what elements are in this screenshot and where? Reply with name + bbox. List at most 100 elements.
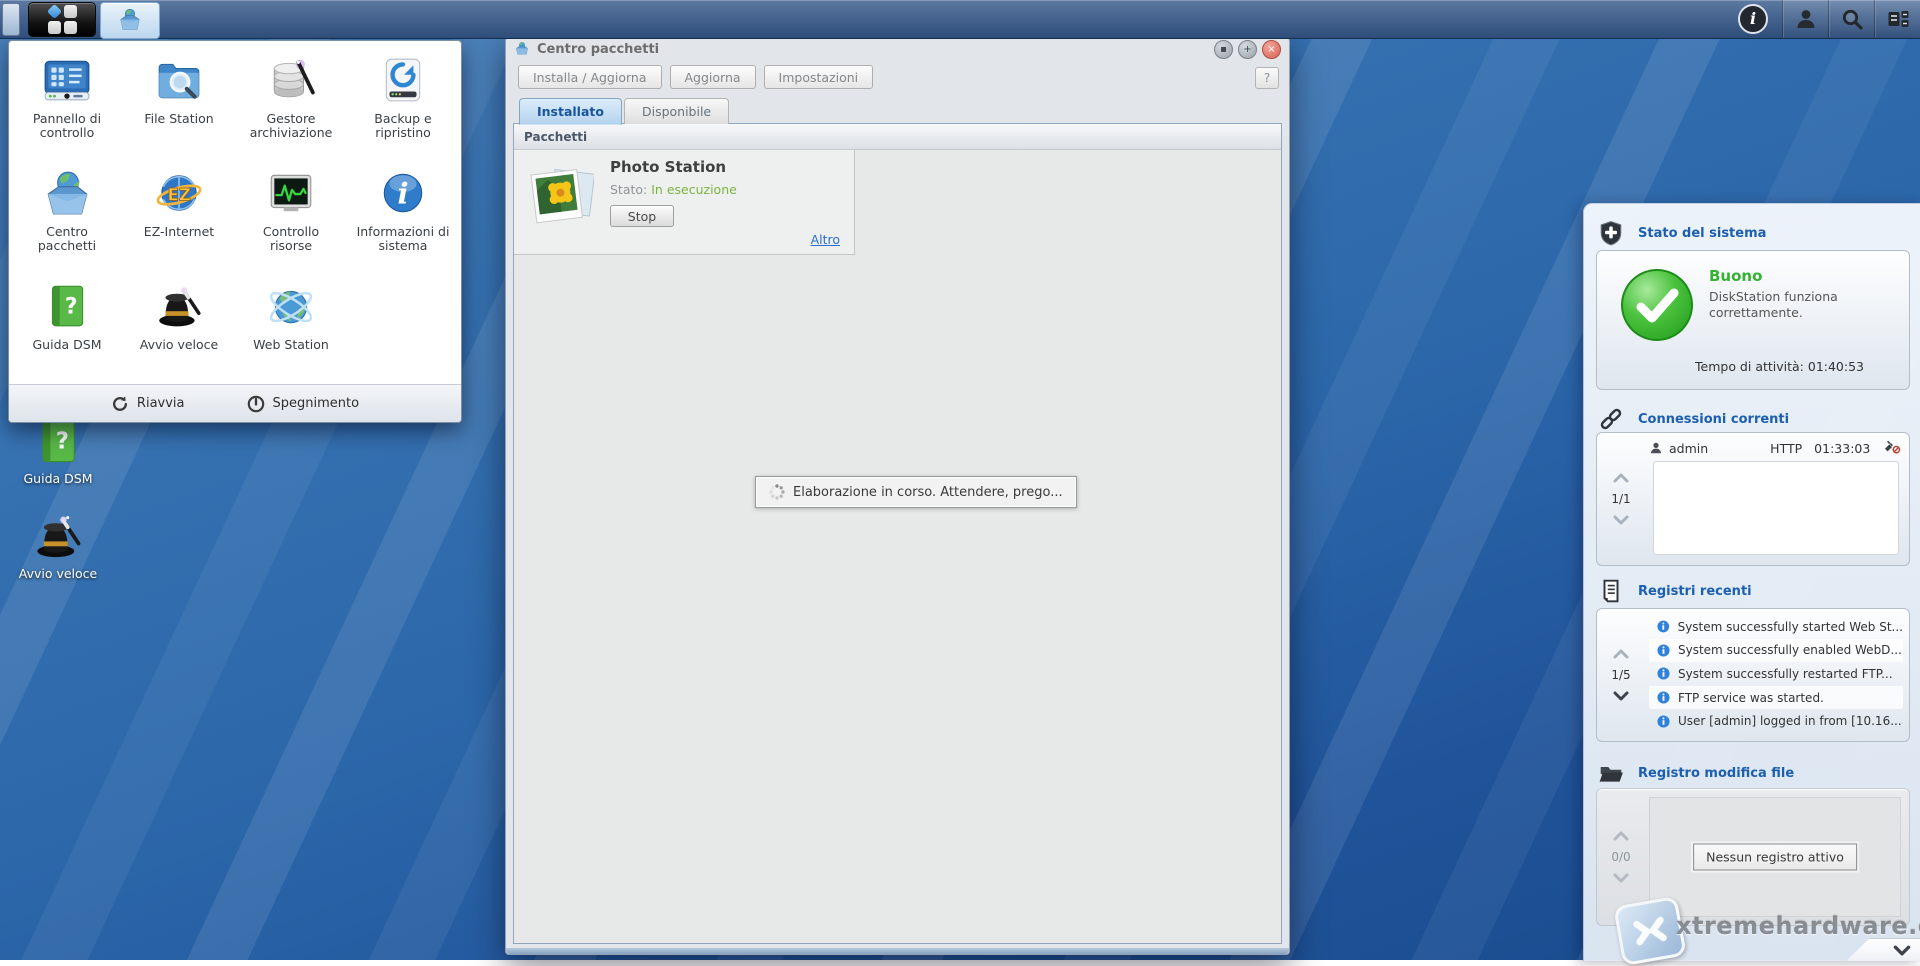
open-folder-icon [1598, 760, 1624, 786]
minimize-button[interactable]: ▪ [1214, 40, 1233, 59]
info-icon [1657, 691, 1670, 704]
restart-icon [111, 395, 129, 413]
no-active-log-message: Nessun registro attivo [1693, 844, 1857, 871]
quick-start-icon [154, 281, 204, 331]
connections-pager: 1/1 [1597, 433, 1645, 565]
svg-text:?: ? [56, 429, 69, 455]
settings-button[interactable]: Impostazioni [764, 65, 874, 89]
shutdown-button[interactable]: Spegnimento [247, 395, 360, 413]
connection-time: 01:33:03 [1814, 441, 1870, 456]
dsm-help-icon: ? [42, 281, 92, 331]
menu-app-pannello-di-controllo[interactable]: Pannello di controllo [11, 55, 123, 160]
quick-start-icon [32, 510, 84, 562]
menu-app-centro-pacchetti[interactable]: Centro pacchetti [11, 168, 123, 273]
status-value: Buono [1709, 267, 1762, 285]
chevron-up-icon[interactable] [1613, 649, 1629, 659]
system-status-header: Stato del sistema [1598, 220, 1766, 246]
log-list: System successfully started Web St... Sy… [1649, 615, 1903, 733]
photo-station-icon [530, 162, 594, 232]
file-station-icon [154, 55, 204, 105]
ez-internet-icon: EZ [154, 168, 204, 218]
menu-app-file-station[interactable]: File Station [123, 55, 235, 160]
stop-button[interactable]: Stop [610, 205, 674, 227]
main-menu-button[interactable] [28, 2, 96, 37]
chevron-down-icon [1613, 873, 1629, 883]
tab-installato[interactable]: Installato [519, 98, 622, 125]
widgets-icon [1886, 7, 1910, 31]
chevron-up-icon[interactable] [1613, 473, 1629, 483]
log-row[interactable]: User [admin] logged in from [10.16... [1649, 709, 1903, 733]
chevron-down-icon[interactable] [1613, 691, 1629, 701]
info-icon: i [1750, 11, 1756, 27]
menu-app-backup-e-ripristino[interactable]: Backup e ripristino [347, 55, 459, 160]
window-titlebar[interactable]: Centro pacchetti ▪ + × [506, 38, 1289, 61]
file-change-log-body: Nessun registro attivo [1649, 797, 1901, 917]
chain-link-icon [1598, 406, 1624, 432]
desktop-icon-guida-dsm[interactable]: ? Guida DSM [0, 415, 116, 486]
window-toolbar: Installa / Aggiorna Aggiorna Impostazion… [518, 65, 873, 89]
connections-panel: 1/1 admin HTTP 01:33:03 [1596, 432, 1910, 566]
restart-button[interactable]: Riavvia [111, 395, 185, 413]
shield-icon [1598, 220, 1624, 246]
svg-text:?: ? [65, 294, 78, 319]
log-row[interactable]: System successfully restarted FTP... [1649, 662, 1903, 686]
refresh-button[interactable]: Aggiorna [670, 65, 756, 89]
power-icon [247, 395, 265, 413]
status-description: DiskStation funziona correttamente. [1709, 289, 1869, 321]
log-row[interactable]: System successfully started Web St... [1649, 615, 1903, 639]
install-update-button[interactable]: Installa / Aggiorna [518, 65, 662, 89]
chevron-down-icon[interactable] [1613, 515, 1629, 525]
maximize-button[interactable]: + [1238, 40, 1257, 59]
widgets-button[interactable] [1874, 0, 1920, 38]
connection-user: admin [1669, 441, 1708, 456]
menu-app-guida-dsm[interactable]: ? Guida DSM [11, 281, 123, 386]
svg-text:EZ: EZ [168, 185, 191, 204]
user-icon [1794, 7, 1818, 31]
status-ok-icon [1619, 267, 1695, 343]
pager-value: 1/1 [1611, 492, 1630, 506]
more-link[interactable]: Altro [811, 232, 840, 247]
packages-pane: Pacchetti Photo Station Stato: In esecuz… [513, 123, 1282, 944]
search-icon [1840, 7, 1864, 31]
desktop-icon-avvio-veloce[interactable]: Avvio veloce [0, 510, 116, 581]
tab-disponibile[interactable]: Disponibile [624, 98, 729, 124]
log-document-icon [1598, 578, 1624, 604]
close-button[interactable]: × [1262, 40, 1281, 59]
search-button[interactable] [1828, 0, 1874, 38]
desktop-icon-label: Avvio veloce [0, 566, 116, 581]
info-button[interactable]: i [1738, 4, 1768, 34]
menu-app-informazioni-di-sistema[interactable]: i Informazioni di sistema [347, 168, 459, 273]
info-icon [1657, 644, 1670, 657]
chevron-down-icon [1893, 945, 1911, 956]
packages-section-header: Pacchetti [514, 124, 1281, 150]
loading-dialog: Elaborazione in corso. Attendere, prego.… [755, 476, 1077, 508]
package-center-icon [514, 40, 530, 60]
info-icon [1657, 715, 1670, 728]
show-desktop-button[interactable] [2, 3, 20, 36]
watermark-text: xtremehardware.com [1676, 912, 1920, 940]
menu-app-gestore-archiviazione[interactable]: Gestore archiviazione [235, 55, 347, 160]
package-status: Stato: In esecuzione [610, 182, 737, 197]
info-icon [1657, 620, 1670, 633]
log-row[interactable]: FTP service was started. [1649, 686, 1903, 710]
connection-protocol: HTTP [1770, 441, 1802, 456]
pager-value: 1/5 [1611, 668, 1630, 682]
taskbar-app-package-center[interactable] [100, 2, 160, 39]
desktop-icon-label: Guida DSM [0, 471, 116, 486]
package-center-icon [117, 6, 143, 36]
recent-logs-pager: 1/5 [1597, 609, 1645, 741]
control-panel-icon [42, 55, 92, 105]
main-menu-panel: Pannello di controllo File Station Gesto… [8, 40, 462, 423]
chevron-up-icon [1613, 831, 1629, 841]
help-button[interactable]: ? [1255, 67, 1279, 89]
package-card-photo-station[interactable]: Photo Station Stato: In esecuzione Stop … [514, 150, 855, 255]
user-button[interactable] [1782, 0, 1828, 38]
uptime-text: Tempo di attività: 01:40:53 [1695, 359, 1864, 374]
disconnect-icon[interactable] [1883, 440, 1901, 457]
connections-header: Connessioni correnti [1598, 406, 1789, 432]
menu-app-web-station[interactable]: Web Station [235, 281, 347, 386]
menu-app-controllo-risorse[interactable]: Controllo risorse [235, 168, 347, 273]
log-row[interactable]: System successfully enabled WebD... [1649, 639, 1903, 663]
menu-app-avvio-veloce[interactable]: Avvio veloce [123, 281, 235, 386]
menu-app-ez-internet[interactable]: EZ EZ-Internet [123, 168, 235, 273]
